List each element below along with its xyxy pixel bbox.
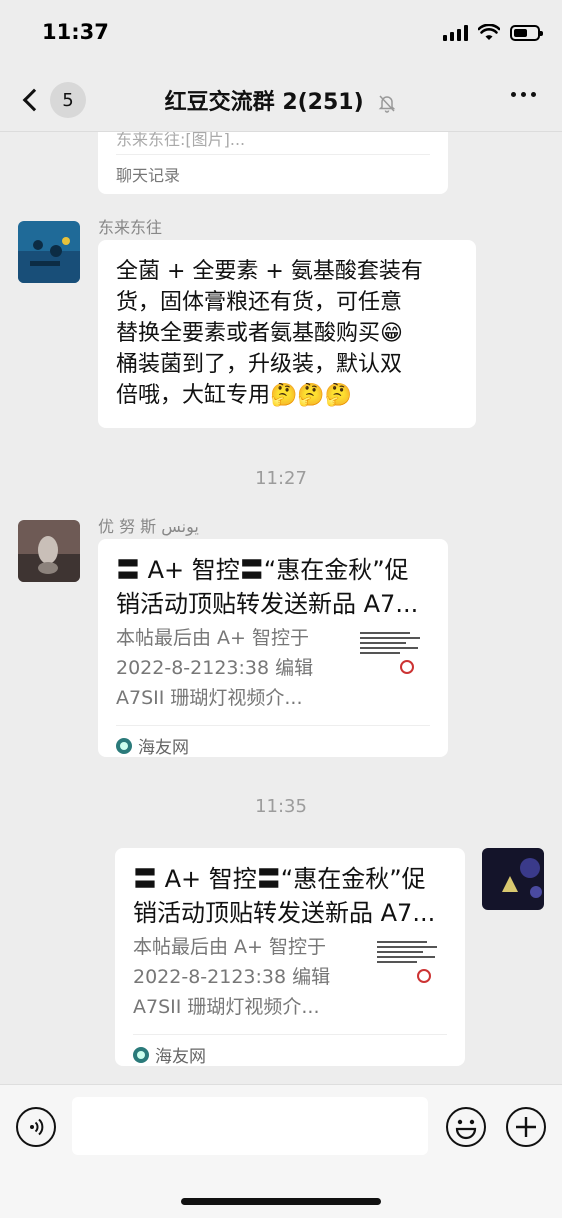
more-options-button[interactable]	[511, 92, 536, 97]
smiley-icon	[455, 1119, 477, 1140]
ellipsis-icon	[511, 92, 516, 97]
chat-record-preview: 东来东往:[图片]...	[116, 132, 246, 149]
cellular-signal-icon	[443, 24, 468, 41]
link-card-title: 〓 A+ 智控〓“惠在金秋”促	[133, 865, 426, 893]
message-line: 倍哦，大缸专用🤔🤔🤔	[116, 383, 353, 408]
message-line: 替换全要素或者氨基酸购买😁	[116, 321, 403, 346]
sender-name: 优 努 斯 يونس	[98, 517, 199, 536]
message-line: 全菌 + 全要素 + 氨基酸套装有	[116, 259, 423, 284]
avatar-image	[18, 221, 80, 283]
battery-icon	[510, 24, 543, 41]
source-logo-icon	[133, 1046, 149, 1063]
link-card-title: 销活动顶贴转发送新品 A7...	[116, 590, 419, 618]
link-card-title: 销活动顶贴转发送新品 A7...	[133, 899, 436, 927]
bell-slash-icon	[379, 95, 396, 113]
link-card[interactable]: 〓 A+ 智控〓“惠在金秋”促 销活动顶贴转发送新品 A7... 本帖最后由 A…	[98, 539, 448, 758]
link-card-thumbnail	[360, 629, 430, 699]
message-line: 货，固体膏粮还有货，可任意	[116, 290, 403, 315]
emoji-button[interactable]	[446, 1107, 486, 1147]
plus-icon	[516, 1117, 536, 1137]
sender-name: 东来东往	[98, 218, 163, 237]
source-logo-icon	[116, 737, 132, 754]
timestamp: 11:27	[255, 468, 307, 489]
status-time: 11:37	[42, 20, 109, 44]
link-card-description: 2022-8-2123:38 编辑	[133, 966, 331, 988]
timestamp: 11:35	[255, 796, 307, 817]
message-line: 桶装菌到了，升级装，默认双	[116, 352, 403, 377]
avatar[interactable]	[18, 221, 80, 283]
plus-button[interactable]	[506, 1107, 546, 1147]
avatar-image	[482, 848, 544, 910]
avatar-image	[18, 520, 80, 582]
my-avatar[interactable]	[482, 848, 544, 910]
chat-title-container[interactable]: 红豆交流群 2(251)	[0, 84, 562, 116]
link-card-description: 本帖最后由 A+ 智控于	[133, 936, 326, 958]
status-bar: 11:37	[0, 0, 562, 70]
link-card-source: 海友网	[116, 733, 189, 758]
message-list[interactable]: 东来东往:[图片]... 聊天记录 东来东往 全菌 + 全要素 + 氨基酸套装有…	[0, 132, 562, 1084]
chat-title: 红豆交流群 2(251)	[164, 90, 364, 115]
link-card-description: A7SII 珊瑚灯视频介...	[133, 996, 320, 1018]
link-card-title: 〓 A+ 智控〓“惠在金秋”促	[116, 556, 409, 584]
chat-record-label: 聊天记录	[116, 166, 181, 185]
chat-record-card[interactable]: 东来东往:[图片]... 聊天记录	[98, 132, 448, 194]
status-icons	[443, 24, 543, 41]
link-card-description: 本帖最后由 A+ 智控于	[116, 627, 309, 649]
voice-icon	[30, 1118, 44, 1136]
link-card[interactable]: 〓 A+ 智控〓“惠在金秋”促 销活动顶贴转发送新品 A7... 本帖最后由 A…	[115, 848, 465, 1067]
wifi-icon	[478, 24, 500, 40]
text-message-bubble[interactable]: 全菌 + 全要素 + 氨基酸套装有 货，固体膏粮还有货，可任意 替换全要素或者氨…	[98, 240, 476, 428]
link-card-description: A7SII 珊瑚灯视频介...	[116, 687, 303, 709]
link-card-source: 海友网	[133, 1042, 206, 1067]
voice-input-button[interactable]	[16, 1107, 56, 1147]
message-input[interactable]	[72, 1097, 428, 1155]
link-card-description: 2022-8-2123:38 编辑	[116, 657, 314, 679]
chat-header: 5 红豆交流群 2(251)	[0, 70, 562, 132]
avatar[interactable]	[18, 520, 80, 582]
home-indicator[interactable]	[181, 1198, 381, 1205]
link-card-thumbnail	[377, 938, 447, 1008]
